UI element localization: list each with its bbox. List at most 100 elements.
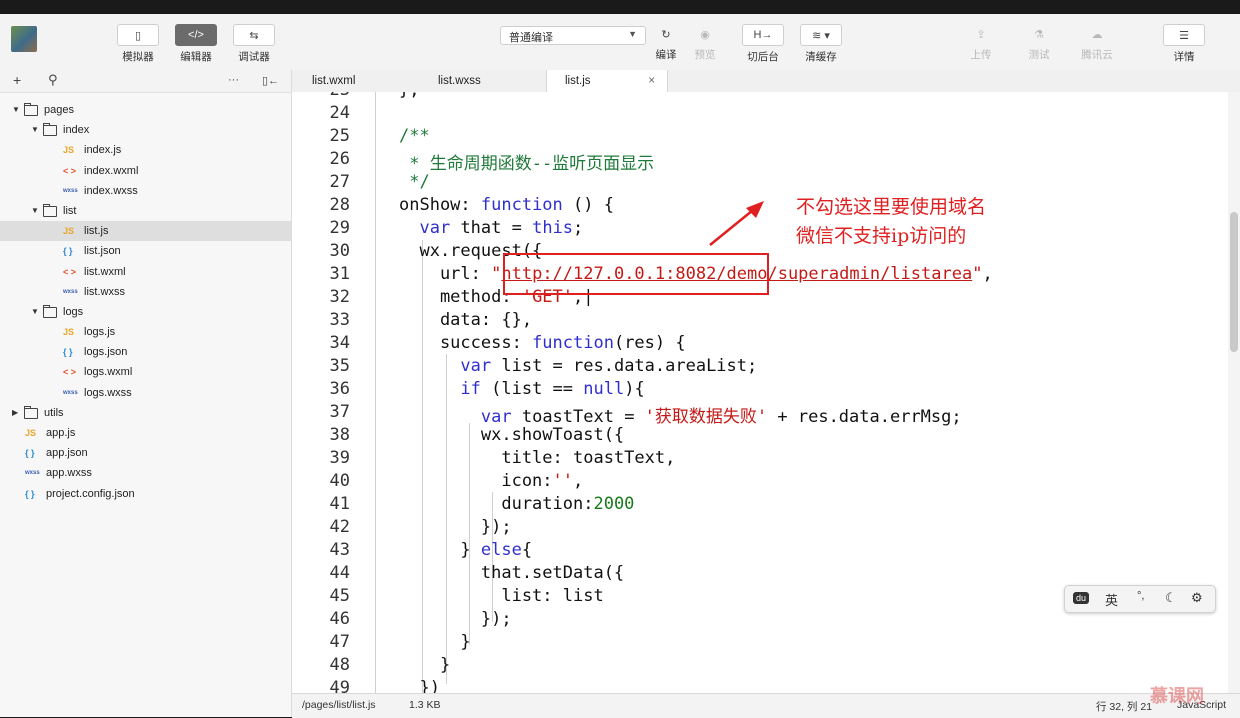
tree-file[interactable]: JS list.js bbox=[0, 221, 291, 242]
tree-folder[interactable]: ▼ logs bbox=[0, 302, 291, 322]
ime-punctuation[interactable]: °, bbox=[1137, 590, 1144, 602]
tab-list-wxml[interactable]: list.wxml bbox=[292, 70, 418, 92]
chevron-down-icon[interactable]: ▼ bbox=[31, 120, 39, 140]
tree-folder[interactable]: ▼ index bbox=[0, 120, 291, 140]
line-number: 48 bbox=[329, 655, 350, 675]
tree-file[interactable]: < > index.wxml bbox=[0, 161, 291, 181]
code-line: data: {}, bbox=[399, 310, 533, 330]
tree-file[interactable]: < > list.wxml bbox=[0, 262, 291, 282]
tree-file[interactable]: wxss logs.wxss bbox=[0, 383, 291, 403]
json-file-icon: { } bbox=[63, 347, 73, 358]
editor-button[interactable]: </> 编辑器 bbox=[175, 24, 217, 64]
clear-cache-button[interactable]: ≋ ▾ 清缓存 bbox=[800, 24, 842, 64]
chevron-down-icon[interactable]: ▼ bbox=[12, 100, 20, 120]
line-number: 38 bbox=[329, 425, 350, 445]
wxml-file-icon: < > bbox=[63, 165, 77, 176]
preview-button[interactable]: ◉ 预览 bbox=[684, 24, 726, 62]
chevron-right-icon[interactable]: ▶ bbox=[12, 403, 18, 423]
tree-file[interactable]: JS app.js bbox=[0, 423, 291, 443]
switch-background-icon: H→ bbox=[753, 29, 773, 41]
line-number: 30 bbox=[329, 241, 350, 261]
tree-file[interactable]: { } app.json bbox=[0, 443, 291, 463]
more-icon[interactable]: ··· bbox=[228, 74, 239, 86]
layers-icon: ≋ ▾ bbox=[812, 29, 830, 42]
tree-folder[interactable]: ▶ utils bbox=[0, 403, 291, 423]
tree-file[interactable]: { } list.json bbox=[0, 241, 291, 261]
scrollbar-thumb[interactable] bbox=[1230, 212, 1238, 352]
explorer-header: + ⚲ ··· ▯← bbox=[0, 70, 291, 93]
highlight-box bbox=[503, 253, 769, 295]
line-number: 43 bbox=[329, 540, 350, 560]
background-label: 切后台 bbox=[747, 51, 779, 63]
annotation-line: 微信不支持ip访问的 bbox=[796, 225, 967, 247]
compile-mode-select[interactable]: 普通编译 ▼ bbox=[500, 26, 646, 45]
tree-item-label: logs bbox=[63, 305, 84, 318]
tab-label: list.wxml bbox=[312, 75, 356, 87]
debugger-button[interactable]: ⇆ 调试器 bbox=[233, 24, 275, 64]
js-file-icon: JS bbox=[25, 428, 37, 438]
details-label: 详情 bbox=[1173, 51, 1195, 63]
ime-language[interactable]: 英 bbox=[1105, 590, 1118, 609]
moon-icon[interactable]: ☾ bbox=[1165, 590, 1177, 606]
ime-toolbar[interactable]: du 英 °, ☾ ⚙ bbox=[1064, 585, 1216, 613]
tree-file[interactable]: wxss app.wxss bbox=[0, 463, 291, 483]
add-icon[interactable]: + bbox=[13, 72, 21, 88]
folder-icon bbox=[43, 123, 57, 137]
tree-item-label: index bbox=[63, 124, 90, 137]
annotation-arrow bbox=[709, 201, 764, 246]
close-icon[interactable]: × bbox=[648, 70, 655, 92]
status-file-path: /pages/list/list.js bbox=[302, 699, 376, 711]
tree-file[interactable]: { } logs.json bbox=[0, 342, 291, 362]
code-line: } bbox=[399, 655, 451, 675]
compile-label: 编译 bbox=[655, 49, 677, 61]
avatar[interactable] bbox=[11, 26, 37, 52]
tree-file[interactable]: wxss index.wxss bbox=[0, 181, 291, 201]
details-button[interactable]: ☰ 详情 bbox=[1163, 24, 1205, 64]
search-icon[interactable]: ⚲ bbox=[48, 72, 58, 88]
tree-file[interactable]: wxss list.wxss bbox=[0, 282, 291, 302]
code-line: success: function(res) { bbox=[399, 333, 686, 353]
js-file-icon: JS bbox=[63, 327, 75, 338]
tab-list-js[interactable]: list.js × bbox=[546, 70, 668, 92]
line-number: 39 bbox=[329, 448, 350, 468]
upload-button[interactable]: ⇪ 上传 bbox=[960, 24, 1002, 62]
tree-item-label: app.wxss bbox=[46, 467, 92, 480]
folder-icon bbox=[43, 304, 57, 318]
cloud-icon: ☁ bbox=[1091, 28, 1103, 41]
tree-file[interactable]: { } project.config.json bbox=[0, 484, 291, 504]
tree-file[interactable]: < > logs.wxml bbox=[0, 362, 291, 382]
tree-folder[interactable]: ▼ pages bbox=[0, 100, 291, 120]
tree-item-label: project.config.json bbox=[46, 487, 135, 500]
wxss-file-icon: wxss bbox=[63, 389, 78, 396]
chevron-down-icon[interactable]: ▼ bbox=[31, 302, 39, 322]
background-button[interactable]: H→ 切后台 bbox=[742, 24, 784, 64]
tree-file[interactable]: JS index.js bbox=[0, 140, 291, 160]
simulator-button[interactable]: ▯ 模拟器 bbox=[117, 24, 159, 64]
editor-scrollbar[interactable] bbox=[1228, 92, 1240, 693]
tree-item-label: list.json bbox=[84, 245, 121, 258]
tree-item-label: index.wxss bbox=[84, 184, 138, 197]
line-number: 27 bbox=[329, 172, 350, 192]
tab-list-wxss[interactable]: list.wxss bbox=[418, 70, 546, 92]
annotation-text: 不勾选这里要使用域名 微信不支持ip访问的 bbox=[796, 193, 986, 251]
collapse-panel-icon[interactable]: ▯← bbox=[262, 74, 279, 87]
tab-label: list.js bbox=[565, 75, 591, 87]
tree-folder[interactable]: ▼ list bbox=[0, 201, 291, 221]
chevron-down-icon[interactable]: ▼ bbox=[31, 201, 39, 221]
tree-item-label: list.wxss bbox=[84, 285, 125, 298]
tree-item-label: pages bbox=[44, 104, 74, 116]
tab-label: list.wxss bbox=[438, 75, 481, 87]
folder-icon bbox=[43, 203, 57, 217]
json-file-icon: { } bbox=[25, 488, 35, 499]
test-button[interactable]: ⚗ 测试 bbox=[1018, 24, 1060, 62]
tree-file[interactable]: JS logs.js bbox=[0, 322, 291, 342]
code-line: }, bbox=[399, 92, 419, 100]
paw-icon[interactable]: du bbox=[1073, 592, 1090, 604]
file-tree: ▼ pages ▼ index JS index.js < > index.wxml wxss i… bbox=[0, 100, 291, 504]
line-number: 28 bbox=[329, 195, 350, 215]
json-file-icon: { } bbox=[63, 246, 73, 257]
compile-button[interactable]: ↻ 编译 bbox=[645, 24, 687, 62]
gear-icon[interactable]: ⚙ bbox=[1191, 590, 1203, 606]
wxss-file-icon: wxss bbox=[63, 187, 78, 194]
tencent-cloud-button[interactable]: ☁ 腾讯云 bbox=[1076, 24, 1118, 62]
